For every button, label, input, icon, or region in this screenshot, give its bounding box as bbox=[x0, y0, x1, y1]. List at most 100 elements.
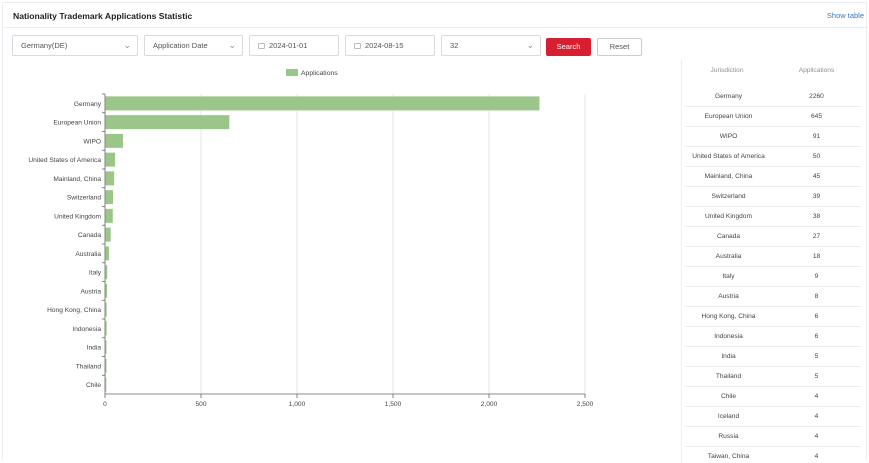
table-row: Indonesia 6 bbox=[685, 327, 861, 347]
bar[interactable] bbox=[105, 152, 116, 167]
cell-applications: 4 bbox=[814, 453, 819, 460]
y-tick-label: Switzerland bbox=[67, 195, 101, 202]
cell-applications: 5 bbox=[814, 373, 819, 380]
cell-applications: 50 bbox=[812, 153, 821, 160]
cell-jurisdiction: Germany bbox=[714, 93, 743, 100]
cell-jurisdiction: WIPO bbox=[719, 133, 738, 140]
bar[interactable] bbox=[105, 265, 108, 280]
cell-jurisdiction: Austria bbox=[718, 293, 739, 300]
y-tick-label: India bbox=[87, 345, 102, 352]
table-header: Jurisdiction Applications bbox=[682, 60, 861, 80]
table-row: United Kingdom 38 bbox=[685, 207, 861, 227]
cell-applications: 2260 bbox=[809, 93, 824, 100]
cell-applications: 18 bbox=[812, 253, 821, 260]
table-row: Canada 27 bbox=[685, 227, 861, 247]
cell-applications: 38 bbox=[812, 213, 821, 220]
cell-jurisdiction: Mainland, China bbox=[704, 173, 753, 180]
y-tick-label: Australia bbox=[75, 251, 101, 258]
table-row: WIPO 91 bbox=[685, 127, 861, 147]
cell-jurisdiction: Italy bbox=[722, 273, 735, 280]
cell-applications: 91 bbox=[812, 133, 821, 140]
bar[interactable] bbox=[105, 171, 115, 186]
legend-swatch[interactable] bbox=[286, 69, 298, 76]
cell-applications: 8 bbox=[814, 293, 819, 300]
bar[interactable] bbox=[105, 321, 107, 336]
bar[interactable] bbox=[105, 115, 230, 130]
y-tick-label: European Union bbox=[53, 120, 101, 127]
country-select[interactable]: Germany(DE) ⌄ bbox=[12, 35, 138, 56]
x-tick-label: 2,500 bbox=[577, 401, 594, 408]
bar[interactable] bbox=[105, 358, 107, 373]
cell-applications: 39 bbox=[812, 193, 821, 200]
bar[interactable] bbox=[105, 190, 113, 205]
cell-jurisdiction: United Kingdom bbox=[705, 213, 752, 220]
bar[interactable] bbox=[105, 283, 108, 298]
cell-applications: 6 bbox=[814, 313, 819, 320]
cell-applications: 45 bbox=[812, 173, 821, 180]
country-select-value: Germany(DE) bbox=[21, 41, 68, 50]
bar[interactable] bbox=[105, 208, 113, 223]
limit-select[interactable]: 32 ⌄ bbox=[441, 35, 541, 56]
y-tick-label: WIPO bbox=[83, 138, 101, 145]
bar[interactable] bbox=[105, 227, 111, 242]
chevron-down-icon: ⌄ bbox=[123, 40, 131, 50]
bar[interactable] bbox=[105, 340, 107, 355]
chevron-down-icon: ⌄ bbox=[526, 40, 534, 50]
search-button[interactable]: Search bbox=[546, 38, 591, 56]
limit-select-value: 32 bbox=[450, 41, 459, 50]
end-date-value: 2024-08-15 bbox=[365, 41, 404, 50]
bar[interactable] bbox=[105, 96, 540, 111]
x-tick-label: 2,000 bbox=[481, 401, 498, 408]
page-title: Nationality Trademark Applications Stati… bbox=[13, 11, 193, 21]
cell-applications: 645 bbox=[810, 113, 822, 120]
y-tick-label: Chile bbox=[86, 382, 101, 389]
chevron-down-icon: ⌄ bbox=[228, 40, 236, 50]
x-tick-label: 1,000 bbox=[289, 401, 306, 408]
start-date-value: 2024-01-01 bbox=[269, 41, 308, 50]
table-row: Hong Kong, China 6 bbox=[685, 307, 861, 327]
bar[interactable] bbox=[105, 302, 107, 317]
bar[interactable] bbox=[105, 377, 107, 392]
x-tick-label: 1,500 bbox=[385, 401, 402, 408]
cell-jurisdiction: Australia bbox=[715, 253, 742, 260]
date-type-select-value: Application Date bbox=[153, 41, 208, 50]
calendar-icon bbox=[354, 43, 361, 49]
cell-jurisdiction: Taiwan, China bbox=[707, 453, 750, 460]
cell-jurisdiction: Canada bbox=[716, 233, 741, 240]
reset-button[interactable]: Reset bbox=[597, 38, 642, 56]
table-row: Austria 8 bbox=[685, 287, 861, 307]
cell-jurisdiction: Chile bbox=[720, 393, 737, 400]
cell-jurisdiction: India bbox=[721, 353, 736, 360]
show-table-link[interactable]: Show table bbox=[827, 11, 864, 20]
cell-applications: 4 bbox=[814, 433, 819, 440]
y-tick-label: Hong Kong, China bbox=[47, 307, 101, 314]
table-row: Thailand 5 bbox=[685, 367, 861, 387]
cell-applications: 4 bbox=[814, 413, 819, 420]
bar-chart: Applications Germany European Union WIPO Un… bbox=[28, 69, 594, 408]
y-tick-label: Thailand bbox=[76, 363, 102, 370]
legend-label[interactable]: Applications bbox=[301, 70, 338, 77]
start-date-input[interactable]: 2024-01-01 bbox=[249, 35, 339, 56]
x-tick-label: 0 bbox=[103, 401, 107, 408]
table-row: European Union 645 bbox=[685, 107, 861, 127]
cell-jurisdiction: Indonesia bbox=[714, 333, 743, 340]
cell-jurisdiction: Thailand bbox=[715, 373, 742, 380]
column-header-jurisdiction: Jurisdiction bbox=[710, 67, 744, 74]
cell-jurisdiction: Russia bbox=[718, 433, 739, 440]
table-row: Switzerland 39 bbox=[685, 187, 861, 207]
cell-jurisdiction: Iceland bbox=[717, 413, 740, 420]
table-row: Iceland 4 bbox=[685, 407, 861, 427]
date-type-select[interactable]: Application Date ⌄ bbox=[144, 35, 243, 56]
end-date-input[interactable]: 2024-08-15 bbox=[345, 35, 435, 56]
bar[interactable] bbox=[105, 133, 123, 148]
table-row: Taiwan, China 4 bbox=[685, 447, 861, 463]
bar[interactable] bbox=[105, 246, 109, 261]
y-tick-label: Mainland, China bbox=[53, 176, 101, 183]
table-row: Italy 9 bbox=[685, 267, 861, 287]
y-tick-label: Germany bbox=[74, 101, 102, 108]
cell-jurisdiction: Switzerland bbox=[711, 193, 746, 200]
cell-applications: 4 bbox=[814, 393, 819, 400]
table-row: Chile 4 bbox=[685, 387, 861, 407]
cell-applications: 5 bbox=[814, 353, 819, 360]
calendar-icon bbox=[258, 43, 265, 49]
